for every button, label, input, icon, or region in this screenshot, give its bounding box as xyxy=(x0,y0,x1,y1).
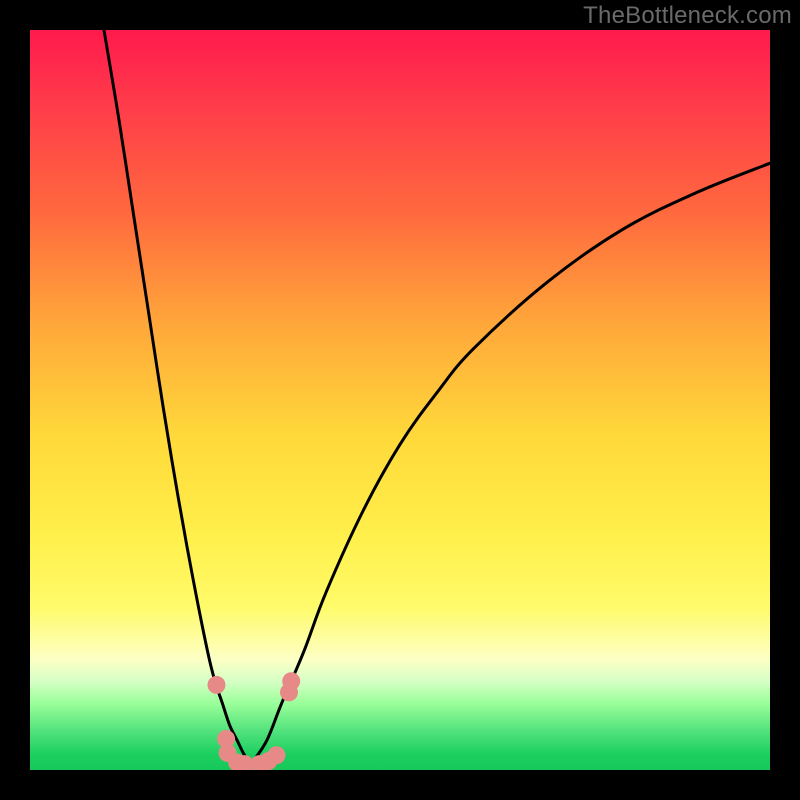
curve-marker xyxy=(267,746,285,764)
chart-container: TheBottleneck.com xyxy=(0,0,800,800)
curve-right-branch xyxy=(252,163,770,762)
plot-area xyxy=(30,30,770,770)
bottleneck-curve xyxy=(30,30,770,770)
curve-marker xyxy=(207,676,225,694)
attribution-text: TheBottleneck.com xyxy=(583,2,792,30)
curve-marker xyxy=(282,672,300,690)
curve-left-branch xyxy=(104,30,252,763)
